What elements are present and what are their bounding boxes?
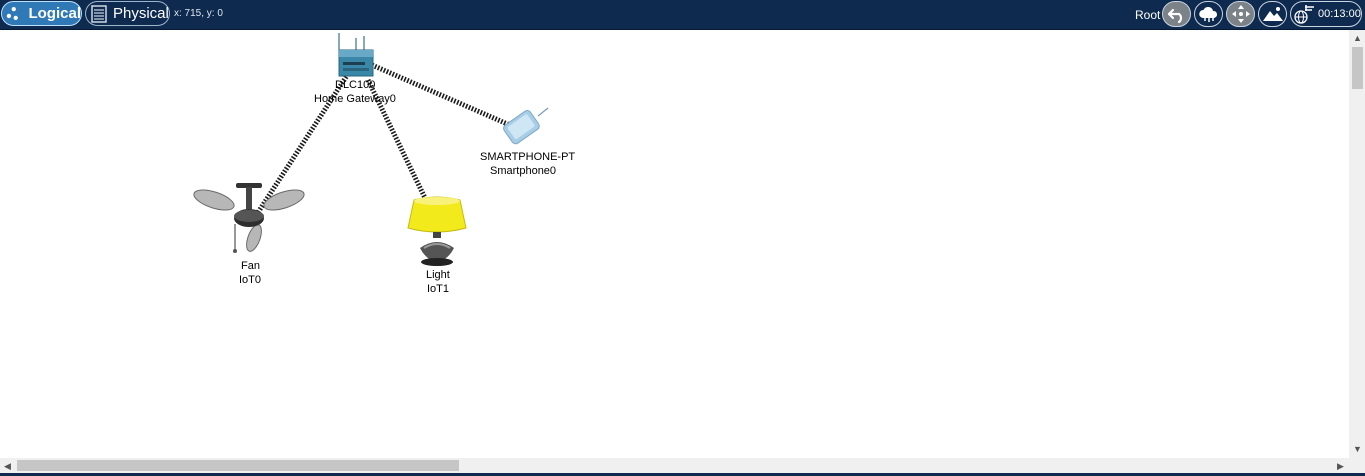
logical-workspace[interactable]: DLC100 Home Gateway0 SMARTPHONE-PT Smart… — [0, 30, 1349, 457]
smartphone-icon — [503, 107, 549, 145]
vertical-scrollbar[interactable]: ▲ ▼ — [1349, 30, 1365, 458]
globe-clock-icon — [1294, 5, 1314, 24]
gateway-name-label: Home Gateway0 — [314, 93, 396, 105]
scroll-up-arrow-icon[interactable]: ▲ — [1353, 33, 1362, 43]
landscape-image-icon — [1262, 7, 1283, 21]
back-button[interactable] — [1162, 1, 1191, 27]
ceiling-fan-icon — [193, 183, 305, 253]
background-image-button[interactable] — [1258, 1, 1287, 27]
fan-model-label: Fan — [241, 260, 260, 272]
cloud-icon — [1198, 6, 1217, 22]
light-lamp-device[interactable] — [406, 196, 468, 268]
light-name-label: IoT1 — [427, 283, 450, 295]
simulation-clock[interactable]: 00:13:00 — [1290, 1, 1362, 27]
move-button[interactable] — [1226, 1, 1255, 27]
home-gateway-icon — [338, 33, 374, 77]
clock-time: 00:13:00 — [1318, 8, 1361, 20]
logical-network-icon — [6, 6, 18, 20]
logical-tab[interactable]: Logical — [1, 1, 82, 26]
physical-tab-label: Physical — [113, 5, 169, 22]
logical-tab-label: Logical — [28, 5, 81, 22]
root-label: Root — [1135, 8, 1161, 22]
cloud-button[interactable] — [1194, 1, 1223, 27]
gateway-model-label: DLC100 — [335, 79, 376, 91]
home-gateway-device[interactable] — [336, 32, 376, 78]
top-toolbar: Logical Physical x: 715, y: 0 Root 00:13… — [0, 0, 1365, 30]
smartphone-device[interactable] — [494, 106, 552, 150]
vertical-scroll-thumb[interactable] — [1352, 47, 1363, 89]
cursor-coordinates: x: 715, y: 0 — [174, 8, 223, 19]
move-arrows-icon — [1231, 5, 1250, 23]
scroll-left-arrow-icon[interactable]: ◀ — [4, 461, 11, 471]
fan-name-label: IoT0 — [239, 274, 262, 286]
smartphone-name-label: Smartphone0 — [490, 165, 557, 177]
back-arrow-icon — [1167, 8, 1182, 23]
horizontal-scroll-thumb[interactable] — [17, 460, 459, 471]
smartphone-model-label: SMARTPHONE-PT — [480, 151, 576, 163]
scroll-right-arrow-icon[interactable]: ▶ — [1337, 461, 1344, 471]
ceiling-fan-device[interactable] — [192, 180, 306, 260]
horizontal-scrollbar[interactable]: ◀ ▶ — [0, 458, 1349, 473]
scrollbar-corner — [1349, 458, 1365, 473]
scroll-down-arrow-icon[interactable]: ▼ — [1353, 444, 1362, 454]
physical-tab[interactable]: Physical — [85, 1, 170, 26]
lamp-icon — [407, 196, 467, 266]
physical-rack-icon — [91, 4, 107, 23]
light-model-label: Light — [426, 269, 450, 281]
